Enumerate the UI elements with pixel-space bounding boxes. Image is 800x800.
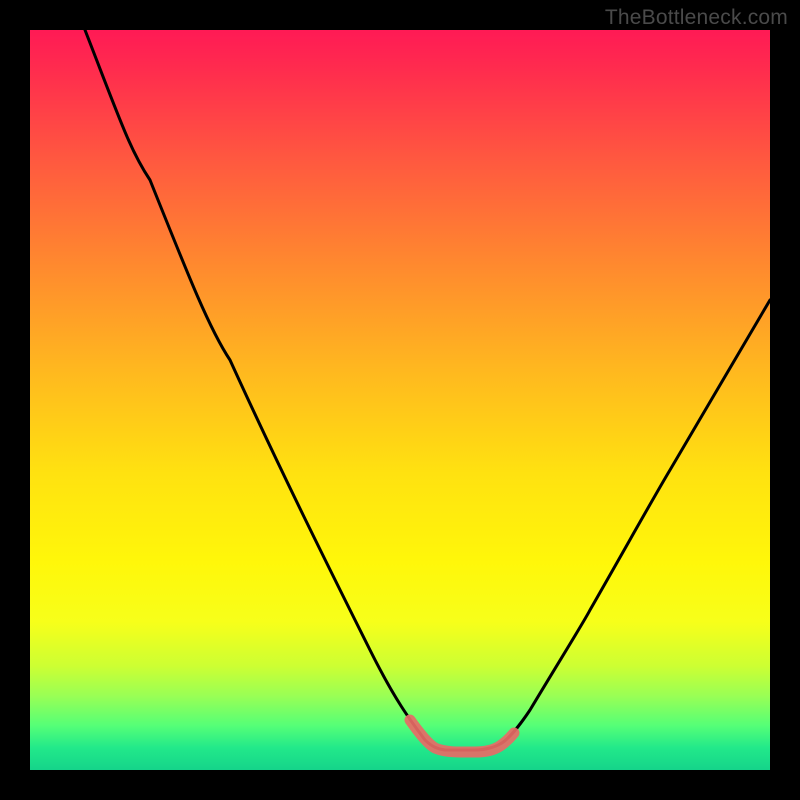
chart-frame: TheBottleneck.com bbox=[0, 0, 800, 800]
curve-layer bbox=[30, 30, 770, 770]
watermark-text: TheBottleneck.com bbox=[605, 6, 788, 30]
valley-highlight bbox=[410, 720, 514, 752]
plot-area bbox=[30, 30, 770, 770]
bottleneck-curve bbox=[85, 30, 770, 750]
